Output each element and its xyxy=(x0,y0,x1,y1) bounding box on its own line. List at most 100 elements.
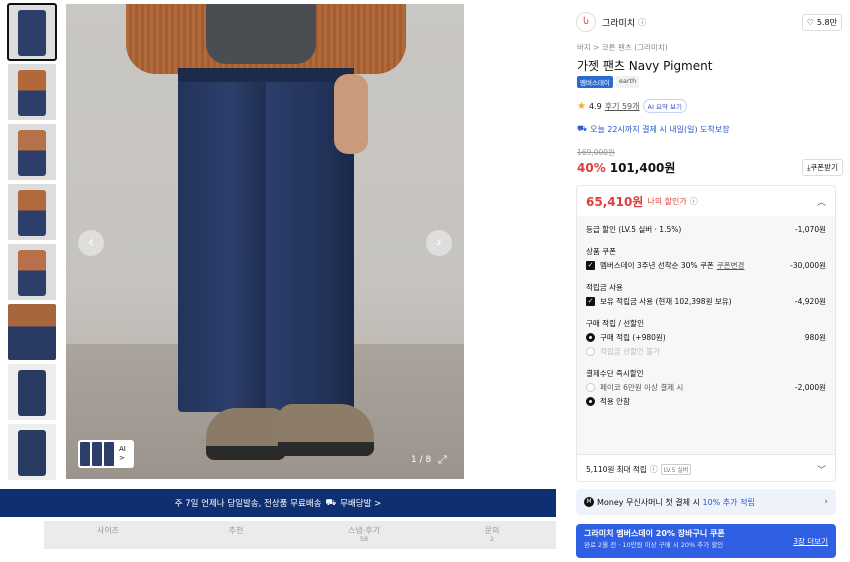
musinsa-money-banner[interactable]: M Money 무신사머니 첫 결제 시 10% 추가 적립 › xyxy=(576,489,836,515)
thumbnail-2[interactable] xyxy=(8,64,56,120)
heart-icon: ♡ xyxy=(806,17,814,27)
coupon-checkbox[interactable]: ✓ xyxy=(586,260,595,270)
thumbnail-3[interactable] xyxy=(8,124,56,180)
my-price-label: 나의 할인가 xyxy=(647,196,687,206)
banner-link: 무배당발 > xyxy=(340,499,382,509)
ai-mini-thumb xyxy=(92,442,102,466)
product-title: 가젯 팬츠 Navy Pigment xyxy=(577,59,713,73)
points-row: ✓ 보유 적립금 사용 (현재 102,398원 보유) -4,920원 xyxy=(586,294,826,308)
like-button[interactable]: ♡ 5.8만 xyxy=(801,13,842,31)
max-points-row[interactable]: 5,110원 최대 적립 ⓘ LV.5 실버 ﹀ xyxy=(577,454,835,481)
promo-title: 그라미치 멤버스데이 20% 장바구니 쿠폰 xyxy=(584,529,725,538)
promo-coupon-banner[interactable]: 그라미치 멤버스데이 20% 장바구니 쿠폰 완료 2월 전 · 10만원 이상… xyxy=(576,524,836,558)
coupon-button[interactable]: ⤓쿠폰받기 xyxy=(802,159,843,176)
purchase-section-title: 구매 적립 / 선할인 xyxy=(586,319,644,328)
pants-left-leg xyxy=(178,72,268,412)
coupon-change-link[interactable]: 쿠폰변경 xyxy=(717,260,745,271)
payco-label: 페이코 6만원 이상 결제 시 xyxy=(600,382,684,392)
money-highlight: 10% 추가 적립 xyxy=(702,497,755,507)
brand-logo[interactable]: Ⴑ xyxy=(576,12,596,32)
payco-amount: -2,000원 xyxy=(794,382,826,392)
money-text: Money 무신사머니 첫 결제 시 xyxy=(597,497,700,507)
thumbnail-list xyxy=(7,3,57,484)
ai-label: AI > xyxy=(119,445,126,463)
ai-label-text: AI xyxy=(119,445,126,453)
breadcrumb[interactable]: 바지 > 코튼 팬츠 (그라미치) xyxy=(577,42,668,53)
my-price-header[interactable]: 65,410원 나의 할인가 ⓘ ︿ xyxy=(577,186,835,216)
payco-radio[interactable] xyxy=(586,382,595,392)
my-price-box: 65,410원 나의 할인가 ⓘ ︿ 등급 할인 (LV.5 실버 · 1.5%… xyxy=(576,185,836,482)
info-icon[interactable]: ⓘ xyxy=(650,464,658,475)
member-day-badge: 멤버스데이 xyxy=(577,76,613,88)
thumbnail-8[interactable] xyxy=(8,424,56,480)
no-discount-radio[interactable] xyxy=(586,396,595,406)
thumbnail-5[interactable] xyxy=(8,244,56,300)
prediscount-label: 적립금 선할인 불가 xyxy=(600,346,660,356)
points-section-title: 적립금 사용 xyxy=(586,283,623,292)
no-discount-row: 적용 안함 xyxy=(586,394,826,408)
prediscount-row: 적립금 선할인 불가 xyxy=(586,344,826,358)
delivery-text: 오늘 22시까지 결제 시 내일(일) 도착보장 xyxy=(590,125,730,134)
rating-row: ★ 4.9 후기 59개 AI 요약 보기 xyxy=(577,99,687,113)
points-checkbox[interactable]: ✓ xyxy=(586,296,595,306)
ai-arrow: > xyxy=(119,454,125,462)
shirt xyxy=(206,4,316,64)
next-image-button[interactable]: › xyxy=(426,230,452,256)
coupon-label: 멤버스데이 3주년 선착순 30% 쿠폰 xyxy=(600,260,714,270)
thumbnail-4[interactable] xyxy=(8,184,56,240)
discount-rate: 40% xyxy=(577,160,606,175)
purchase-label: 구매 적립 (+980원) xyxy=(600,332,666,342)
no-discount-label: 적용 안함 xyxy=(600,396,630,406)
info-icon[interactable]: ⓘ xyxy=(690,196,698,207)
purchase-points-row: 구매 적립 (+980원) 980원 xyxy=(586,330,826,344)
thumbnail-1[interactable] xyxy=(7,3,57,61)
truck-icon: ⛟ xyxy=(577,124,588,133)
brand-row: Ⴑ 그라미치 ⓘ ♡ 5.8만 xyxy=(576,10,842,34)
money-icon: M xyxy=(584,497,594,507)
thumbnail-7[interactable] xyxy=(8,364,56,420)
prediscount-radio xyxy=(586,346,595,356)
chevron-up-icon: ︿ xyxy=(816,197,826,208)
left-shoe xyxy=(206,408,286,460)
tab-count: 58 xyxy=(359,535,369,543)
brand-name[interactable]: 그라미치 xyxy=(602,16,635,29)
tab-label: 문의 xyxy=(484,526,500,535)
info-icon[interactable]: ⓘ xyxy=(638,17,646,28)
tab-label: 스냅·후기 xyxy=(348,526,380,535)
ai-fitting-button[interactable]: AI > xyxy=(78,440,134,468)
points-amount: -4,920원 xyxy=(794,296,826,306)
image-counter: 1 / 8 xyxy=(411,455,432,465)
purchase-points-radio[interactable] xyxy=(586,332,595,342)
promo-more-link[interactable]: 3장 더보기 xyxy=(793,536,828,547)
max-points-label: 5,110원 최대 적립 xyxy=(586,464,647,474)
belt xyxy=(178,68,354,82)
badges: 멤버스데이 earth xyxy=(577,76,640,88)
payment-section-title: 결제수단 즉시할인 xyxy=(586,369,644,378)
tab-snap-review[interactable]: 스냅·후기 58 xyxy=(300,521,428,549)
prev-image-button[interactable]: ‹ xyxy=(78,230,104,256)
review-link[interactable]: 후기 59개 xyxy=(605,101,640,112)
detail-tabs: 사이즈 추천 스냅·후기 58 문의 2 xyxy=(44,521,556,549)
tab-recommend[interactable]: 추천 xyxy=(172,521,300,549)
purchase-amount: 980원 xyxy=(804,332,826,342)
truck-icon: ⛟ xyxy=(325,497,337,508)
tab-label: 사이즈 xyxy=(96,526,120,535)
ai-summary-button[interactable]: AI 요약 보기 xyxy=(642,99,687,113)
original-price: 169,000원 xyxy=(577,148,615,157)
tab-inquiry[interactable]: 문의 2 xyxy=(428,521,556,549)
coupon-section-title: 상품 쿠폰 xyxy=(586,247,616,256)
grade-label: 등급 할인 (LV.5 실버 · 1.5%) xyxy=(586,224,682,234)
earth-badge: earth xyxy=(615,76,640,88)
rating-value: 4.9 xyxy=(588,101,602,111)
grade-amount: -1,070원 xyxy=(794,224,826,234)
ai-mini-thumb xyxy=(104,442,114,466)
shipping-banner[interactable]: 주 7일 언제나 당일발송, 전상품 무료배송 ⛟ 무배당발 > xyxy=(0,489,556,517)
payco-row: 페이코 6만원 이상 결제 시 -2,000원 xyxy=(586,380,826,394)
coupon-row: ✓ 멤버스데이 3주년 선착순 30% 쿠폰 쿠폰변경 -30,000원 xyxy=(586,258,826,272)
expand-icon[interactable]: ⤢ xyxy=(438,453,447,467)
thumbnail-6[interactable] xyxy=(8,304,56,360)
tab-size[interactable]: 사이즈 xyxy=(44,521,172,549)
my-price: 65,410원 xyxy=(586,194,644,209)
grade-discount-row: 등급 할인 (LV.5 실버 · 1.5%) -1,070원 xyxy=(586,222,826,236)
main-product-image[interactable]: ‹ › AI > 1 / 8 ⤢ xyxy=(66,4,464,479)
